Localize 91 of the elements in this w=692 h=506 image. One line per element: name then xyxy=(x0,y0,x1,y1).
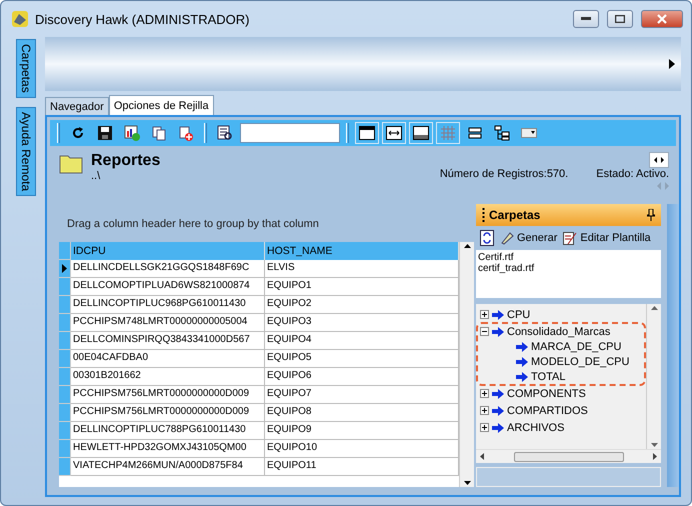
tree-item[interactable]: ARCHIVOS xyxy=(507,422,564,434)
scroll-down-icon[interactable] xyxy=(464,481,470,485)
tree-item[interactable]: MODELO_DE_CPU xyxy=(531,356,630,368)
hawk-logo-icon xyxy=(11,10,29,28)
scroll-right-icon[interactable] xyxy=(653,453,658,460)
generate-button[interactable]: Generar xyxy=(500,231,558,245)
horizontal-scrollbar[interactable] xyxy=(476,449,662,463)
table-cell: DELLCOMINSPIRQQ3843341000D567 xyxy=(71,332,265,350)
table-cell: DELLINCOPTIPLUC788PG610011430 xyxy=(71,422,265,440)
table-cell: EQUIPO3 xyxy=(265,314,459,332)
current-row-icon xyxy=(62,264,67,273)
table-cell: HEWLETT-HPD32GOMXJ43105QM00 xyxy=(71,440,265,458)
table-cell: DELLCOMOPTIPLUAD6WS821000874 xyxy=(71,278,265,296)
minimize-button[interactable] xyxy=(573,10,599,28)
arrow-icon xyxy=(492,406,504,416)
table-cell: EQUIPO2 xyxy=(265,296,459,314)
arrow-icon xyxy=(516,372,528,382)
arrow-icon xyxy=(492,310,504,320)
tree-item[interactable]: COMPARTIDOS xyxy=(507,404,588,416)
expand-icon[interactable] xyxy=(480,423,489,432)
table-cell: EQUIPO6 xyxy=(265,368,459,386)
table-cell: PCCHIPSM756LMRT0000000000D009 xyxy=(71,386,265,404)
minimize-icon xyxy=(581,17,591,21)
table-cell: ELVIS xyxy=(265,260,459,278)
maximize-icon xyxy=(615,15,625,23)
expand-icon[interactable] xyxy=(480,389,489,398)
panel-title: Carpetas xyxy=(489,208,542,222)
arrow-icon xyxy=(516,342,528,352)
document-pen-icon xyxy=(563,231,578,245)
close-icon xyxy=(657,14,667,24)
arrow-icon xyxy=(492,388,504,398)
arrow-icon xyxy=(492,422,504,432)
expand-icon[interactable] xyxy=(480,406,489,415)
group-by-hint: Drag a column header here to group by that column xyxy=(66,217,320,232)
report-path: ..\ xyxy=(91,170,102,182)
column-header[interactable]: IDCPU xyxy=(71,242,265,260)
tab[interactable]: Opciones de Rejilla xyxy=(108,95,214,115)
close-button[interactable] xyxy=(641,10,683,28)
table-cell: 00301B201662 xyxy=(71,368,265,386)
file-item[interactable]: certif_trad.rtf xyxy=(478,263,660,274)
arrow-icon xyxy=(516,356,528,366)
file-item[interactable]: Certif.rtf xyxy=(478,252,660,263)
expand-icon[interactable] xyxy=(480,310,489,319)
collapse-icon[interactable] xyxy=(480,327,489,336)
side-tab[interactable]: Carpetas xyxy=(16,39,36,98)
footer-layout-icon[interactable] xyxy=(409,122,433,144)
header-layout-icon[interactable] xyxy=(355,122,379,144)
table-cell: EQUIPO9 xyxy=(265,422,459,440)
left-right-arrows-icon xyxy=(654,157,664,163)
edit-template-button[interactable]: Editar Plantilla xyxy=(563,231,651,245)
pin-icon[interactable] xyxy=(647,209,656,221)
grip-icon[interactable] xyxy=(482,208,485,222)
table-cell: EQUIPO10 xyxy=(265,440,459,458)
vertical-scrollbar[interactable] xyxy=(459,242,474,487)
maximize-button[interactable] xyxy=(607,10,633,28)
scroll-arrows-button[interactable] xyxy=(649,152,669,168)
table-cell: DELLINCOPTIPLUC968PG610011430 xyxy=(71,296,265,314)
tree-item[interactable]: COMPONENTS xyxy=(507,388,586,400)
pencil-icon xyxy=(500,231,514,245)
tree-item[interactable]: CPU xyxy=(507,308,530,320)
table-cell: 00E04CAFDBA0 xyxy=(71,350,265,368)
table-cell: DELLINCDELLSGK21GGQS1848F69C xyxy=(71,260,265,278)
table-cell: VIATECHP4M266MUN/A000D875F84 xyxy=(71,458,265,476)
table-cell: PCCHIPSM748LMRT00000000005004 xyxy=(71,314,265,332)
table-cell: EQUIPO7 xyxy=(265,386,459,404)
window-title: Discovery Hawk (ADMINISTRADOR) xyxy=(35,12,251,26)
table-cell: EQUIPO1 xyxy=(265,278,459,296)
header-corner xyxy=(59,242,71,260)
table-cell: PCCHIPSM756LMRT0000000000D009 xyxy=(71,404,265,422)
search-field[interactable] xyxy=(240,123,340,143)
tree-item[interactable]: MARCA_DE_CPU xyxy=(531,340,622,352)
table-cell: EQUIPO11 xyxy=(265,458,459,476)
table-cell: EQUIPO8 xyxy=(265,404,459,422)
status-text: Estado: Activo. xyxy=(596,168,669,180)
arrow-icon xyxy=(492,326,504,336)
tree-item[interactable]: Consolidado_Marcas xyxy=(507,326,610,338)
refresh-icon[interactable] xyxy=(480,230,494,246)
scroll-left-icon[interactable] xyxy=(480,453,484,460)
table-cell: EQUIPO4 xyxy=(265,332,459,350)
tree-item[interactable]: TOTAL xyxy=(531,370,566,382)
side-tab[interactable]: Ayuda Remota xyxy=(16,106,36,196)
table-cell: EQUIPO5 xyxy=(265,350,459,368)
scroll-up-icon[interactable] xyxy=(464,244,470,248)
fit-width-icon[interactable] xyxy=(382,122,406,144)
tab[interactable]: Navegador xyxy=(45,97,109,115)
record-count: Número de Registros:570. xyxy=(440,168,568,180)
caret-right-icon[interactable] xyxy=(669,59,675,69)
report-title: Reportes xyxy=(91,152,160,170)
scroll-thumb[interactable] xyxy=(514,452,624,462)
row-indicator[interactable] xyxy=(59,260,71,278)
column-header[interactable]: HOST_NAME xyxy=(265,242,459,260)
